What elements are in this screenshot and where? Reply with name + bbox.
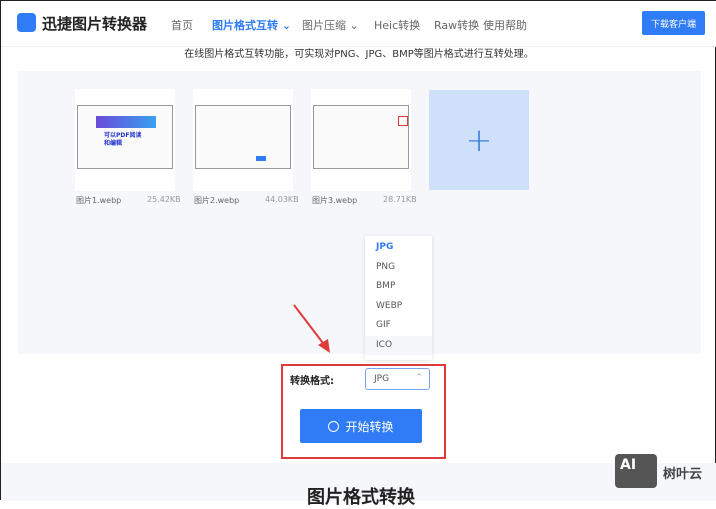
page-subtitle: 在线图片格式互转功能，可实现对PNG、JPG、BMP等图片格式进行互转处理。	[184, 49, 534, 60]
file-size: 25.42KB	[147, 195, 181, 204]
chevron-down-icon: ⌄	[281, 19, 292, 32]
thumbnail-text: 可以PDF阅读和编辑	[104, 132, 142, 147]
add-file-button[interactable]: +	[429, 90, 529, 190]
format-select[interactable]: JPG ⌃	[365, 368, 430, 390]
file-thumbnail[interactable]	[193, 89, 293, 191]
app-title[interactable]: 迅捷图片转换器	[42, 13, 147, 34]
start-convert-label: 开始转换	[345, 419, 394, 434]
format-label: 转换格式:	[290, 376, 334, 387]
format-option-webp[interactable]: WEBP	[365, 297, 432, 317]
logo-icon	[17, 13, 36, 32]
chevron-down-icon: ⌄	[349, 19, 359, 32]
section-title: 图片格式转换	[307, 487, 415, 508]
download-client-button[interactable]: 下载客户端	[642, 11, 705, 35]
file-thumbnail[interactable]: 可以PDF阅读和编辑	[75, 89, 175, 191]
format-option-gif[interactable]: GIF	[365, 316, 432, 336]
thumbnail-image: 可以PDF阅读和编辑	[77, 105, 173, 169]
watermark-logo-icon: AI	[615, 454, 657, 488]
file-name: 图片3.webp	[312, 196, 358, 205]
nav-help[interactable]: 使用帮助	[483, 17, 527, 33]
file-size: 44.03KB	[265, 195, 299, 204]
file-size: 28.71KB	[383, 195, 417, 204]
nav-heic[interactable]: Heic转换	[374, 17, 420, 33]
chevron-up-icon: ⌃	[415, 373, 423, 383]
nav-home[interactable]: 首页	[171, 17, 193, 33]
thumbnail-image	[313, 105, 409, 169]
format-option-png[interactable]: PNG	[365, 258, 432, 278]
nav-label: 图片压缩	[302, 19, 346, 32]
file-name: 图片1.webp	[76, 196, 122, 205]
thumbnail-image	[195, 105, 291, 169]
annotation-arrow-icon	[293, 304, 330, 353]
format-dropdown-menu: JPG PNG BMP WEBP GIF ICO	[365, 236, 432, 360]
start-convert-button[interactable]: 开始转换	[300, 409, 422, 443]
nav-format-convert[interactable]: 图片格式互转 ⌄	[212, 17, 291, 33]
nav-raw[interactable]: Raw转换	[434, 17, 479, 33]
format-select-value: JPG	[374, 374, 390, 384]
watermark-text: 树叶云	[663, 467, 703, 482]
file-thumbnail[interactable]	[311, 89, 411, 191]
format-option-bmp[interactable]: BMP	[365, 277, 432, 297]
loading-circle-icon	[328, 420, 340, 432]
nav-label: 图片格式互转	[212, 19, 278, 32]
nav-compress[interactable]: 图片压缩 ⌄	[302, 17, 359, 33]
header: 迅捷图片转换器 首页 图片格式互转 ⌄ 图片压缩 ⌄ Heic转换 Raw转换 …	[1, 1, 716, 47]
file-name: 图片2.webp	[194, 196, 240, 205]
format-option-jpg[interactable]: JPG	[365, 238, 432, 258]
format-option-ico[interactable]: ICO	[365, 335, 432, 355]
